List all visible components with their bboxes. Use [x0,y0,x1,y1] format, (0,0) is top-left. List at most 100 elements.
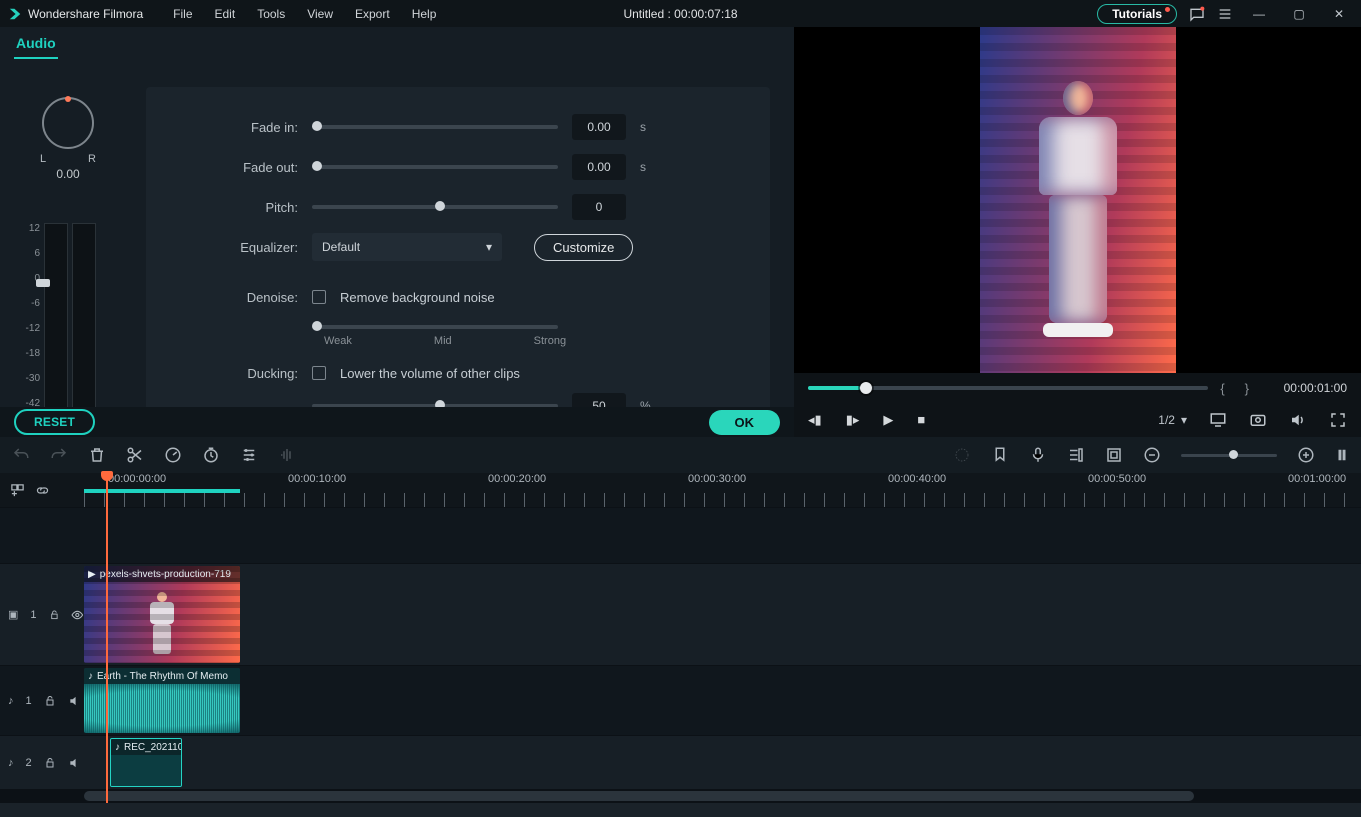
customize-button[interactable]: Customize [534,234,633,261]
add-track-icon[interactable] [10,483,25,498]
eye-icon[interactable] [71,608,84,622]
step-back-icon[interactable]: ◂▮ [808,412,822,428]
mark-out-icon[interactable]: } [1245,381,1249,396]
ruler-tick: 00:00:20:00 [488,473,546,485]
delete-icon[interactable] [88,446,106,464]
audio-waveform-icon[interactable] [278,446,296,464]
mute-icon[interactable] [68,756,82,770]
fade-out-value[interactable]: 0.00 [572,154,626,180]
mark-in-icon[interactable]: { [1220,381,1224,396]
speed-icon[interactable] [164,446,182,464]
equalizer-select[interactable]: Default ▾ [312,233,502,261]
menu-help[interactable]: Help [402,3,447,25]
denoise-slider[interactable] [312,325,558,329]
stop-icon[interactable]: ■ [917,412,925,428]
titlebar: Wondershare Filmora File Edit Tools View… [0,0,1361,27]
list-icon[interactable] [1217,6,1233,22]
vu-tick: 6 [20,248,40,273]
pan-dial[interactable] [42,97,94,149]
lock-icon[interactable] [49,609,60,621]
pan-control: LR 0.00 [18,97,118,181]
color-tuning-icon[interactable] [240,446,258,464]
preview-video[interactable] [794,27,1361,373]
audio-track-1: ♪1 ♪Earth - The Rhythm Of Memo [0,665,1361,735]
zoom-fit-icon[interactable] [1335,446,1349,464]
volume-icon[interactable] [1289,411,1307,429]
timeline-ruler[interactable]: 00:00:00:00 00:00:10:00 00:00:20:00 00:0… [0,473,1361,507]
timeline-toolbar [0,437,1361,473]
ruler-tick: 00:00:40:00 [888,473,946,485]
window-close[interactable]: ✕ [1325,7,1353,21]
video-track-icon: ▣ [8,608,18,621]
lock-icon[interactable] [44,695,56,707]
preview-seek-slider[interactable] [808,386,1208,390]
marker-icon[interactable] [991,446,1009,464]
split-icon[interactable] [126,446,144,464]
lock-icon[interactable] [44,757,56,769]
pitch-value[interactable]: 0 [572,194,626,220]
snapshot-icon[interactable] [1249,411,1267,429]
redo-icon[interactable] [50,446,68,464]
play-icon[interactable]: ▶ [883,412,893,428]
audio-track-icon: ♪ [8,757,14,769]
fade-in-slider[interactable] [312,125,558,129]
audio-clip-2[interactable]: ♪REC_202110 [110,738,182,787]
pan-l-label: L [40,153,46,165]
message-icon[interactable] [1189,6,1205,22]
volume-thumb[interactable] [36,279,50,287]
menu-file[interactable]: File [163,3,202,25]
menu-export[interactable]: Export [345,3,400,25]
reset-button[interactable]: RESET [14,409,95,435]
ducking-checkbox[interactable] [312,366,326,380]
preview-scale-value: 1/2 [1158,413,1175,427]
fade-in-unit: s [640,120,654,134]
equalizer-label: Equalizer: [170,240,298,255]
step-forward-icon[interactable]: ▮▸ [846,412,860,428]
ok-button[interactable]: OK [709,410,781,435]
denoise-scale-labels: Weak Mid Strong [324,335,746,347]
crop-icon[interactable] [1105,446,1123,464]
audio-mixer-icon[interactable] [1067,446,1085,464]
denoise-check-label: Remove background noise [340,290,495,305]
denoise-strong-label: Strong [534,335,566,347]
clip-title: pexels-shvets-production-719 [100,569,231,580]
tab-audio[interactable]: Audio [14,29,58,59]
denoise-mid-label: Mid [434,335,452,347]
preview-scale-select[interactable]: 1/2 ▾ [1158,413,1187,427]
play-small-icon: ▶ [88,569,96,580]
monitor-icon[interactable] [1209,411,1227,429]
render-icon[interactable] [953,446,971,464]
track-spacer [0,507,1361,563]
tutorials-button[interactable]: Tutorials [1097,4,1177,24]
window-minimize[interactable]: — [1245,7,1273,21]
music-note-icon: ♪ [88,671,93,682]
record-voiceover-icon[interactable] [1029,446,1047,464]
video-clip[interactable]: ▶ pexels-shvets-production-719 [84,566,240,663]
undo-icon[interactable] [12,446,30,464]
menu-edit[interactable]: Edit [205,3,246,25]
zoom-out-icon[interactable] [1143,446,1161,464]
link-icon[interactable] [35,483,50,498]
duration-icon[interactable] [202,446,220,464]
fade-out-slider[interactable] [312,165,558,169]
pan-r-label: R [88,153,96,165]
zoom-in-icon[interactable] [1297,446,1315,464]
zoom-slider[interactable] [1181,454,1277,457]
audio-clip-1[interactable]: ♪ Earth - The Rhythm Of Memo [84,668,240,733]
fullscreen-icon[interactable] [1329,411,1347,429]
preview-pane: { } 00:00:01:00 ◂▮ ▮▸ ▶ ■ 1/2 ▾ [794,27,1361,437]
denoise-weak-label: Weak [324,335,352,347]
menu-view[interactable]: View [297,3,343,25]
audio-panel-footer: RESET OK [0,407,794,437]
denoise-checkbox[interactable] [312,290,326,304]
window-maximize[interactable]: ▢ [1285,7,1313,21]
pitch-slider[interactable] [312,205,558,209]
menu-tools[interactable]: Tools [247,3,295,25]
clip-title: Earth - The Rhythm Of Memo [97,671,228,682]
vu-bar-right [72,223,96,433]
mute-icon[interactable] [68,694,82,708]
timeline-horizontal-scrollbar[interactable] [0,789,1361,803]
track-id: 2 [26,757,32,769]
video-track: ▣1 ▶pexels-shvets-production-719 [0,563,1361,665]
fade-in-value[interactable]: 0.00 [572,114,626,140]
